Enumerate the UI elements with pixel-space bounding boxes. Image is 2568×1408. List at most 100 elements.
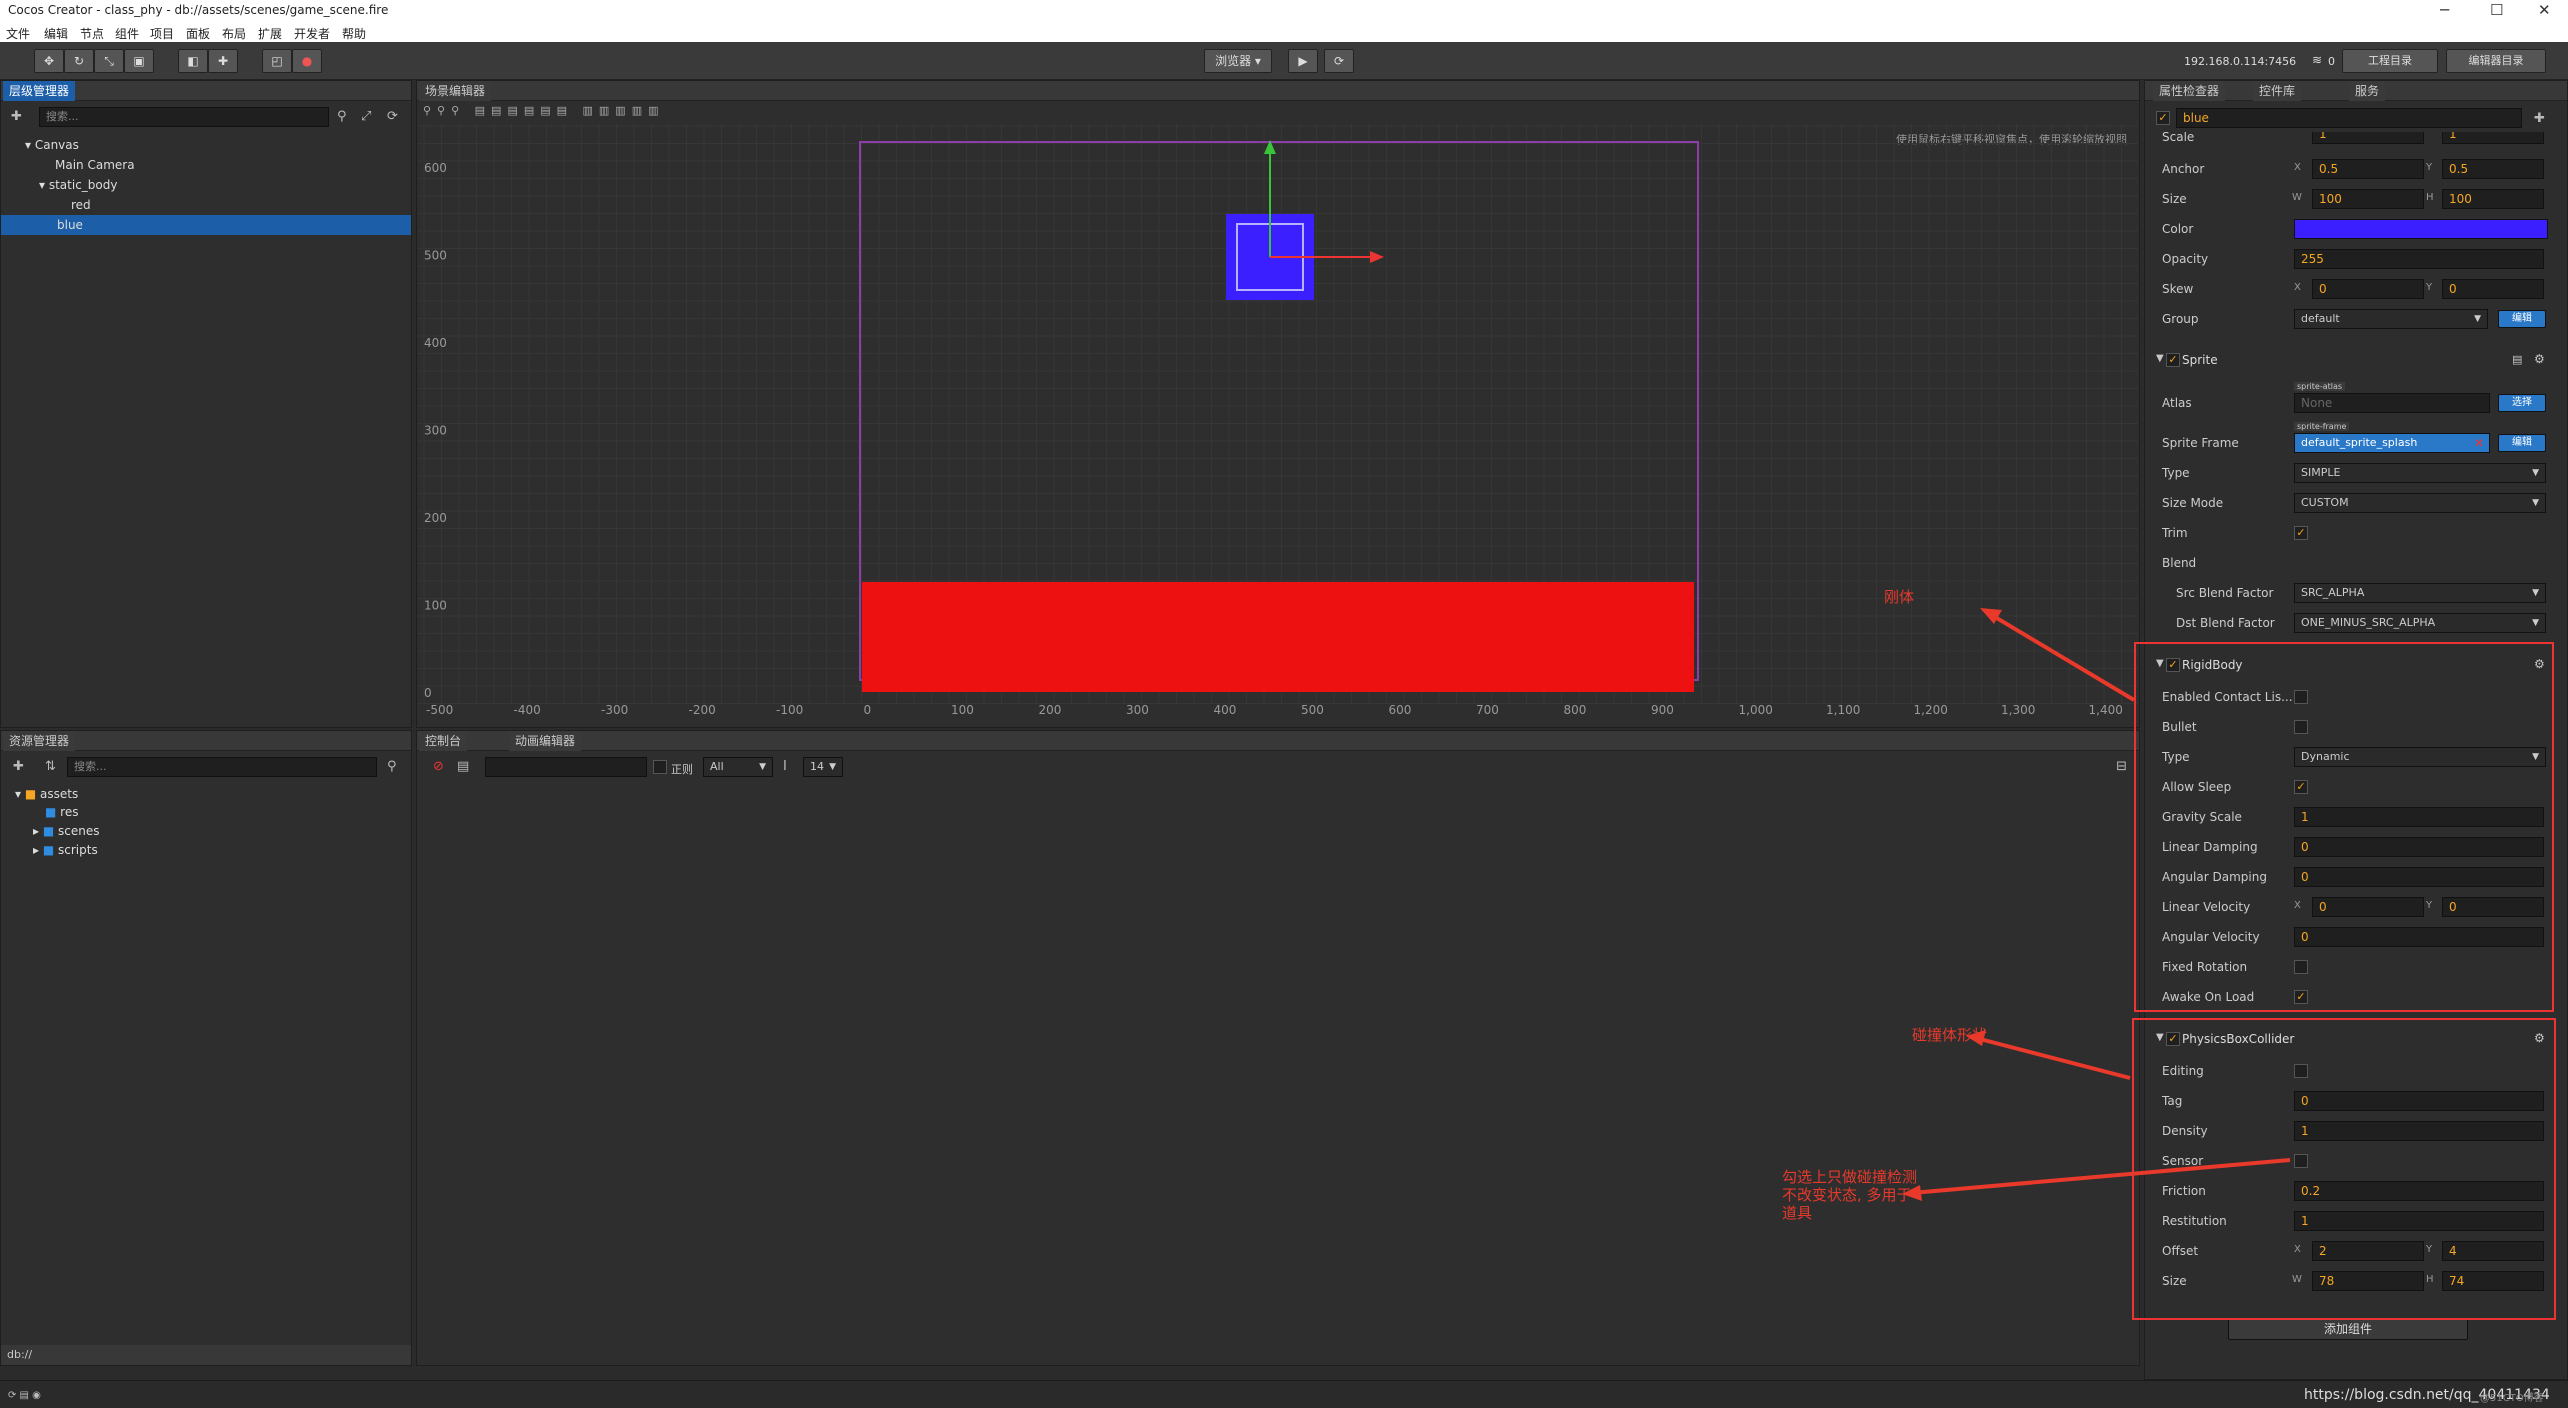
scale-y-input[interactable]: 1 <box>2442 132 2544 144</box>
font-size-icon: Ⅰ <box>783 759 787 774</box>
project-folder-button[interactable]: 工程目录 <box>2342 49 2438 73</box>
hierarchy-search-input[interactable]: 搜索... <box>39 107 329 127</box>
log-file-icon[interactable]: ▤ <box>457 760 469 774</box>
rect-tool-icon[interactable]: ▣ <box>124 49 154 73</box>
tree-node-canvas[interactable]: ▾ Canvas <box>25 138 79 152</box>
close-icon[interactable]: ✕ <box>2538 1 2551 19</box>
scene-tab[interactable]: 场景编辑器 <box>419 81 492 101</box>
prop-label: Color <box>2162 222 2194 236</box>
font-size-select[interactable]: 14 ▼ <box>803 757 843 777</box>
menu-edit[interactable]: 编辑 <box>44 25 68 42</box>
collapse-icon[interactable]: ⊟ <box>2116 760 2127 774</box>
menu-help[interactable]: 帮助 <box>342 25 366 42</box>
add-icon[interactable]: ✚ <box>2534 112 2545 126</box>
asset-path: db:// <box>1 1345 411 1365</box>
pivot-local-icon[interactable]: ◧ <box>178 49 208 73</box>
pivot-center-icon[interactable]: ✚ <box>208 49 238 73</box>
sprite-enabled-checkbox[interactable]: ✓ <box>2166 353 2180 367</box>
record-icon[interactable]: ● <box>292 49 322 73</box>
search-icon[interactable]: ⚲ <box>337 110 347 124</box>
size-h-input[interactable]: 100 <box>2442 189 2544 209</box>
sprite-frame-field[interactable]: default_sprite_splash <box>2294 433 2490 453</box>
asset-root[interactable]: ▾ ■ assets <box>15 787 78 801</box>
opacity-input[interactable]: 255 <box>2294 249 2544 269</box>
scale-tool-icon[interactable]: ⤡ <box>94 49 124 73</box>
add-node-icon[interactable]: ✚ <box>11 110 22 124</box>
asset-folder-scripts[interactable]: ▸ ■ scripts <box>33 843 98 857</box>
dst-blend-select[interactable]: ONE_MINUS_SRC_ALPHA ▼ <box>2294 613 2546 633</box>
asset-folder-scenes[interactable]: ▸ ■ scenes <box>33 824 100 838</box>
log-level-select[interactable]: All ▼ <box>703 757 773 777</box>
size-mode-select[interactable]: CUSTOM ▼ <box>2294 493 2546 513</box>
editor-folder-button[interactable]: 编辑器目录 <box>2446 49 2546 73</box>
assets-tab[interactable]: 资源管理器 <box>3 731 76 751</box>
widgets-tab[interactable]: 控件库 <box>2253 81 2302 101</box>
src-blend-select[interactable]: SRC_ALPHA ▼ <box>2294 583 2546 603</box>
menu-node[interactable]: 节点 <box>80 25 104 42</box>
group-select[interactable]: default ▼ <box>2294 309 2488 329</box>
rotate-tool-icon[interactable]: ↻ <box>64 49 94 73</box>
y-tick-label: 0 <box>424 686 432 700</box>
skew-x-input[interactable]: 0 <box>2312 279 2424 299</box>
select-atlas-button[interactable]: 选择 <box>2498 394 2546 412</box>
sprite-component-header[interactable]: ▼ ✓ Sprite ▤ ⚙ <box>2154 348 2554 372</box>
tree-node-main-camera[interactable]: Main Camera <box>55 158 135 172</box>
clear-icon[interactable]: ⊘ <box>433 760 444 774</box>
menu-developer[interactable]: 开发者 <box>294 25 330 42</box>
log-icon[interactable]: ⟳ ▤ ◉ <box>8 1389 41 1403</box>
move-tool-icon[interactable]: ✥ <box>34 49 64 73</box>
preview-browser-select[interactable]: 浏览器 ▾ <box>1204 49 1272 73</box>
console-filter-input[interactable] <box>485 757 647 777</box>
tree-node-blue[interactable]: blue <box>1 215 411 235</box>
sort-icon[interactable]: ⇅ <box>45 760 56 774</box>
menu-panel[interactable]: 面板 <box>186 25 210 42</box>
assets-search-input[interactable]: 搜索... <box>67 757 377 777</box>
services-tab[interactable]: 服务 <box>2349 81 2386 101</box>
hierarchy-tab[interactable]: 层级管理器 <box>3 81 76 101</box>
animation-tab[interactable]: 动画编辑器 <box>509 731 582 751</box>
add-asset-icon[interactable]: ✚ <box>13 760 24 774</box>
menu-extension[interactable]: 扩展 <box>258 25 282 42</box>
maximize-icon[interactable]: ☐ <box>2490 1 2503 19</box>
clear-icon[interactable]: ✕ <box>2474 436 2484 450</box>
refresh-icon[interactable]: ⟳ <box>387 110 398 124</box>
atlas-field[interactable]: None <box>2294 393 2490 413</box>
skew-y-input[interactable]: 0 <box>2442 279 2544 299</box>
bounds-icon[interactable]: ◰ <box>262 49 292 73</box>
menu-project[interactable]: 项目 <box>150 25 174 42</box>
search-icon[interactable]: ⚲ <box>387 760 397 774</box>
asset-label: assets <box>40 787 79 801</box>
expand-icon[interactable]: ⤢ <box>361 110 371 124</box>
regex-checkbox[interactable] <box>653 760 667 774</box>
gear-icon[interactable]: ⚙ <box>2534 352 2545 366</box>
node-name-input[interactable]: blue <box>2176 108 2522 128</box>
collapse-icon[interactable]: ▼ <box>2156 353 2164 364</box>
menu-layout[interactable]: 布局 <box>222 25 246 42</box>
size-w-input[interactable]: 100 <box>2312 189 2424 209</box>
trim-checkbox[interactable]: ✓ <box>2294 526 2308 540</box>
node-active-checkbox[interactable]: ✓ <box>2156 111 2170 125</box>
sprite-type-select[interactable]: SIMPLE ▼ <box>2294 463 2546 483</box>
x-tick-label: -100 <box>776 703 803 717</box>
edit-frame-button[interactable]: 编辑 <box>2498 434 2546 452</box>
scene-canvas[interactable]: 600 500 400 300 200 100 0 -500 -400 -300 -200 -100… <box>418 124 2138 724</box>
scene-align-toolbar[interactable]: ⚲⚲⚲ ▤▤▤▤▤▤ ▥▥▥▥▥ <box>423 104 665 117</box>
tree-node-red[interactable]: red <box>71 198 91 212</box>
add-component-button[interactable]: 添加组件 <box>2228 1318 2468 1340</box>
anchor-y-input[interactable]: 0.5 <box>2442 159 2544 179</box>
folder-icon: ■ <box>42 843 55 857</box>
minimize-icon[interactable]: ─ <box>2440 1 2449 19</box>
menu-file[interactable]: 文件 <box>6 25 30 42</box>
edit-group-button[interactable]: 编辑 <box>2498 310 2546 328</box>
menu-component[interactable]: 组件 <box>115 25 139 42</box>
play-icon[interactable]: ▶ <box>1288 49 1318 73</box>
console-tab[interactable]: 控制台 <box>419 731 468 751</box>
tree-node-static-body[interactable]: ▾ static_body <box>39 178 117 192</box>
anchor-x-input[interactable]: 0.5 <box>2312 159 2424 179</box>
scale-x-input[interactable]: 1 <box>2312 132 2424 144</box>
refresh-icon[interactable]: ⟳ <box>1324 49 1354 73</box>
color-swatch[interactable] <box>2294 219 2548 239</box>
help-icon[interactable]: ▤ <box>2512 353 2522 366</box>
asset-folder-res[interactable]: ■ res <box>45 805 78 819</box>
inspector-tab[interactable]: 属性检查器 <box>2153 81 2226 101</box>
